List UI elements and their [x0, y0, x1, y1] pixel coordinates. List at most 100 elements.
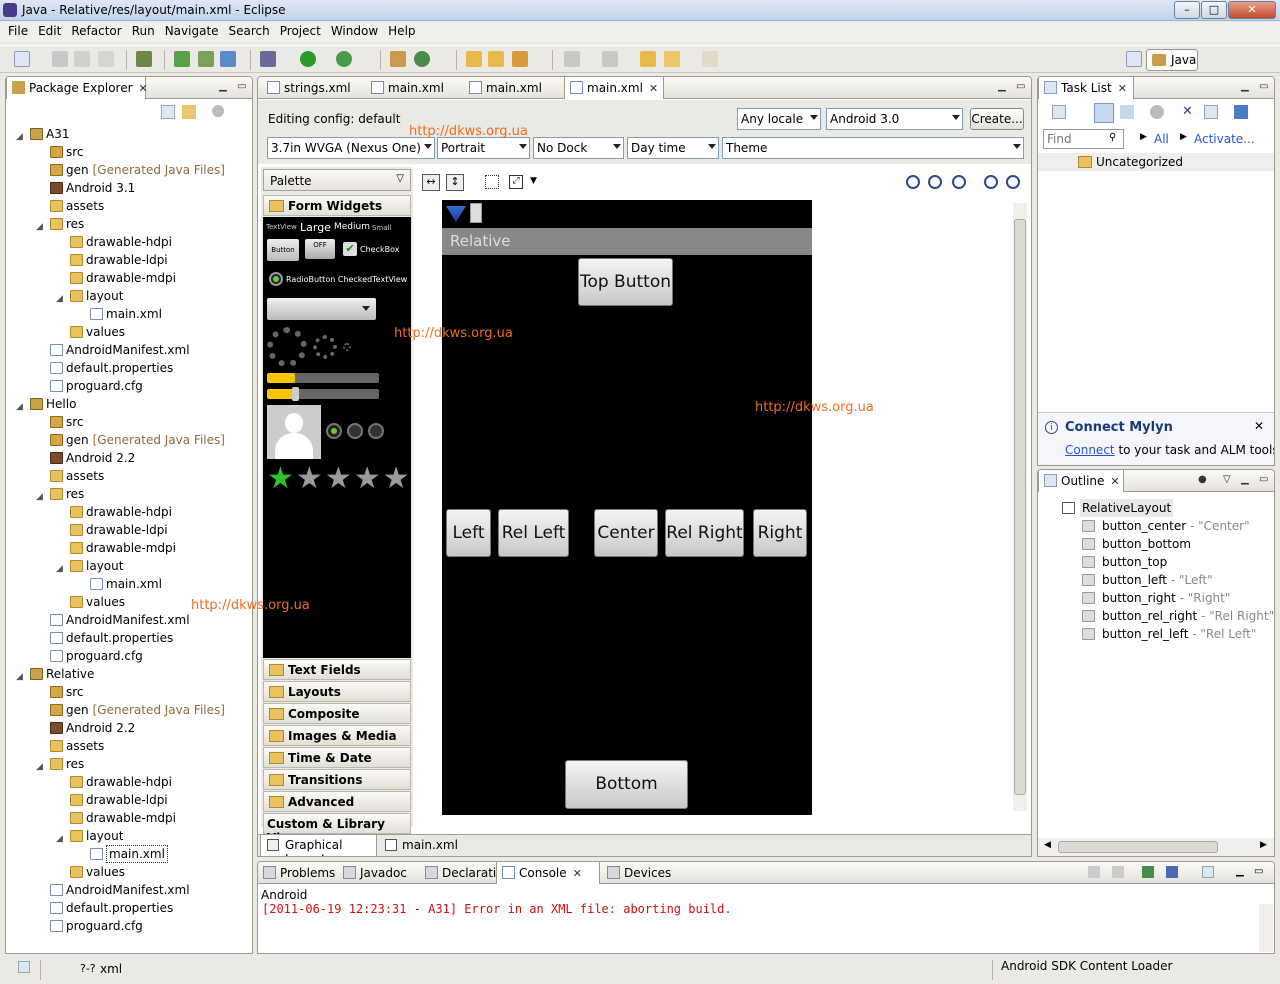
menu-window[interactable]: Window — [326, 22, 383, 40]
pin-console-icon[interactable] — [1142, 866, 1154, 878]
tree-item[interactable]: gen [Generated Java Files] — [6, 431, 252, 449]
widget-small-text[interactable]: Small — [372, 224, 391, 232]
zoom-dot-icon[interactable] — [326, 423, 342, 439]
star-icon[interactable]: ★ — [325, 461, 352, 496]
minimize-button[interactable]: – — [1174, 1, 1200, 19]
maximize-view-icon[interactable]: ▭ — [1259, 81, 1268, 92]
debug-icon[interactable] — [260, 51, 276, 67]
preview-rel-right-button[interactable]: Rel Right — [665, 509, 744, 557]
tree-item[interactable]: drawable-mdpi — [6, 809, 252, 827]
tree-item[interactable]: drawable-hdpi — [6, 233, 252, 251]
outline-item[interactable]: button_top — [1038, 553, 1274, 571]
tree-item[interactable]: main.xml — [6, 305, 252, 323]
clear-console-icon[interactable] — [1088, 866, 1100, 878]
widget-checkbox[interactable]: CheckBox — [360, 245, 399, 254]
preview-bottom-button[interactable]: Bottom Button — [565, 760, 688, 809]
tree-item[interactable]: assets — [6, 737, 252, 755]
tab-problems[interactable]: Problems — [258, 862, 338, 884]
save-all-icon[interactable] — [74, 51, 90, 67]
view-menu-icon[interactable]: ● — [1198, 474, 1207, 485]
close-icon[interactable]: ✕ — [573, 867, 582, 880]
minimize-view-icon[interactable]: ▁ — [1241, 81, 1249, 92]
open-task-icon[interactable] — [488, 51, 504, 67]
tab-editor-file[interactable]: main.xml ✕ — [564, 77, 664, 99]
match-height-icon[interactable]: ↕ — [446, 174, 464, 191]
checkbox-icon[interactable]: ✔ — [343, 242, 357, 256]
layout-actions-icon[interactable]: ⤢ — [509, 175, 523, 189]
palette-custom-views[interactable]: Custom & Library Views — [263, 813, 411, 845]
tree-item[interactable]: Android 2.2 — [6, 719, 252, 737]
dock-select[interactable]: No Dock — [533, 137, 624, 159]
tree-item[interactable]: gen [Generated Java Files] — [6, 701, 252, 719]
forward-icon[interactable] — [702, 51, 718, 67]
dropdown-arrow-icon[interactable]: ▼ — [530, 176, 537, 186]
target-select[interactable]: Android 3.0 — [826, 108, 963, 130]
connect-link[interactable]: Connect — [1065, 443, 1115, 457]
tree-item[interactable]: drawable-ldpi — [6, 251, 252, 269]
star-icon[interactable]: ★ — [354, 461, 381, 496]
new-task-icon[interactable] — [1052, 105, 1066, 119]
java-perspective-button[interactable]: Java — [1146, 49, 1198, 71]
tree-item[interactable]: src — [6, 683, 252, 701]
image-view-icon[interactable] — [267, 405, 321, 459]
tree-item[interactable]: ◢ res — [6, 755, 252, 773]
widget-checked-textview[interactable]: CheckedTextView — [338, 275, 408, 284]
outline-item[interactable]: button_rel_left - "Rel Left" — [1038, 625, 1274, 643]
widget-medium-text[interactable]: Medium — [334, 222, 370, 232]
activate-task-icon[interactable] — [1234, 105, 1248, 119]
menu-file[interactable]: File — [3, 22, 33, 40]
tree-item[interactable]: AndroidManifest.xml — [6, 611, 252, 629]
tree-item[interactable]: proguard.cfg — [6, 917, 252, 935]
link-with-editor-icon[interactable] — [182, 105, 196, 119]
collapse-all-icon[interactable] — [161, 105, 175, 119]
maximize-view-icon[interactable]: ▭ — [237, 81, 246, 92]
back-icon[interactable] — [664, 51, 680, 67]
palette-header[interactable]: Palette ▽ — [263, 169, 411, 191]
tree-item[interactable]: proguard.cfg — [6, 647, 252, 665]
palette-category[interactable]: Time & Date — [263, 747, 411, 768]
tree-item[interactable]: ◢ layout — [6, 827, 252, 845]
menu-project[interactable]: Project — [275, 22, 326, 40]
tree-item[interactable]: default.properties — [6, 359, 252, 377]
tree-item[interactable]: ◢ Hello — [6, 395, 252, 413]
scheduled-icon[interactable] — [1120, 105, 1134, 119]
tab-package-explorer[interactable]: Package Explorer ✕ — [6, 77, 148, 99]
tree-item[interactable]: drawable-ldpi — [6, 521, 252, 539]
last-edit-location-icon[interactable] — [640, 51, 656, 67]
star-icon[interactable]: ★ — [383, 461, 410, 496]
close-icon[interactable]: ✕ — [1110, 475, 1119, 488]
widget-large-text[interactable]: Large — [300, 221, 331, 234]
focus-icon[interactable] — [1150, 105, 1164, 119]
horizontal-scrollbar[interactable] — [416, 815, 1011, 829]
minimize-view-icon[interactable]: ▁ — [1236, 866, 1244, 877]
widget-spinner[interactable] — [267, 298, 376, 320]
palette-category[interactable]: Advanced — [263, 791, 411, 812]
seek-bar[interactable] — [267, 387, 379, 401]
new-java-project-icon[interactable] — [390, 51, 406, 67]
menu-run[interactable]: Run — [127, 22, 160, 40]
maximize-button[interactable]: □ — [1201, 1, 1227, 19]
widget-textview[interactable]: TextView — [266, 223, 297, 231]
print-icon[interactable] — [98, 51, 114, 67]
tab-xml-source[interactable]: main.xml — [380, 835, 460, 856]
maximize-editor-icon[interactable]: ▭ — [1016, 81, 1025, 92]
search-icon[interactable] — [512, 51, 528, 67]
open-type-icon[interactable] — [466, 51, 482, 67]
minimize-editor-icon[interactable]: ▁ — [998, 81, 1006, 92]
tree-item[interactable]: drawable-mdpi — [6, 269, 252, 287]
device-select[interactable]: 3.7in WVGA (Nexus One) — [267, 137, 435, 159]
tree-item[interactable]: main.xml — [6, 845, 252, 863]
tree-item[interactable]: AndroidManifest.xml — [6, 341, 252, 359]
tab-graphical-layout[interactable]: Graphical Layout — [260, 835, 377, 856]
palette-category[interactable]: Text Fields — [263, 659, 411, 680]
menu-search[interactable]: Search — [224, 22, 275, 40]
scroll-lock-icon[interactable] — [1112, 866, 1124, 878]
palette-category[interactable]: Composite — [263, 703, 411, 724]
zoom-dot-icon[interactable] — [347, 423, 363, 439]
star-icon[interactable]: ★ — [296, 461, 323, 496]
tree-item[interactable]: ◢ layout — [6, 287, 252, 305]
tab-editor-file[interactable]: strings.xml — [262, 77, 362, 99]
tree-item[interactable]: default.properties — [6, 629, 252, 647]
next-annotation-icon[interactable] — [564, 51, 580, 67]
tree-item[interactable]: drawable-ldpi — [6, 791, 252, 809]
